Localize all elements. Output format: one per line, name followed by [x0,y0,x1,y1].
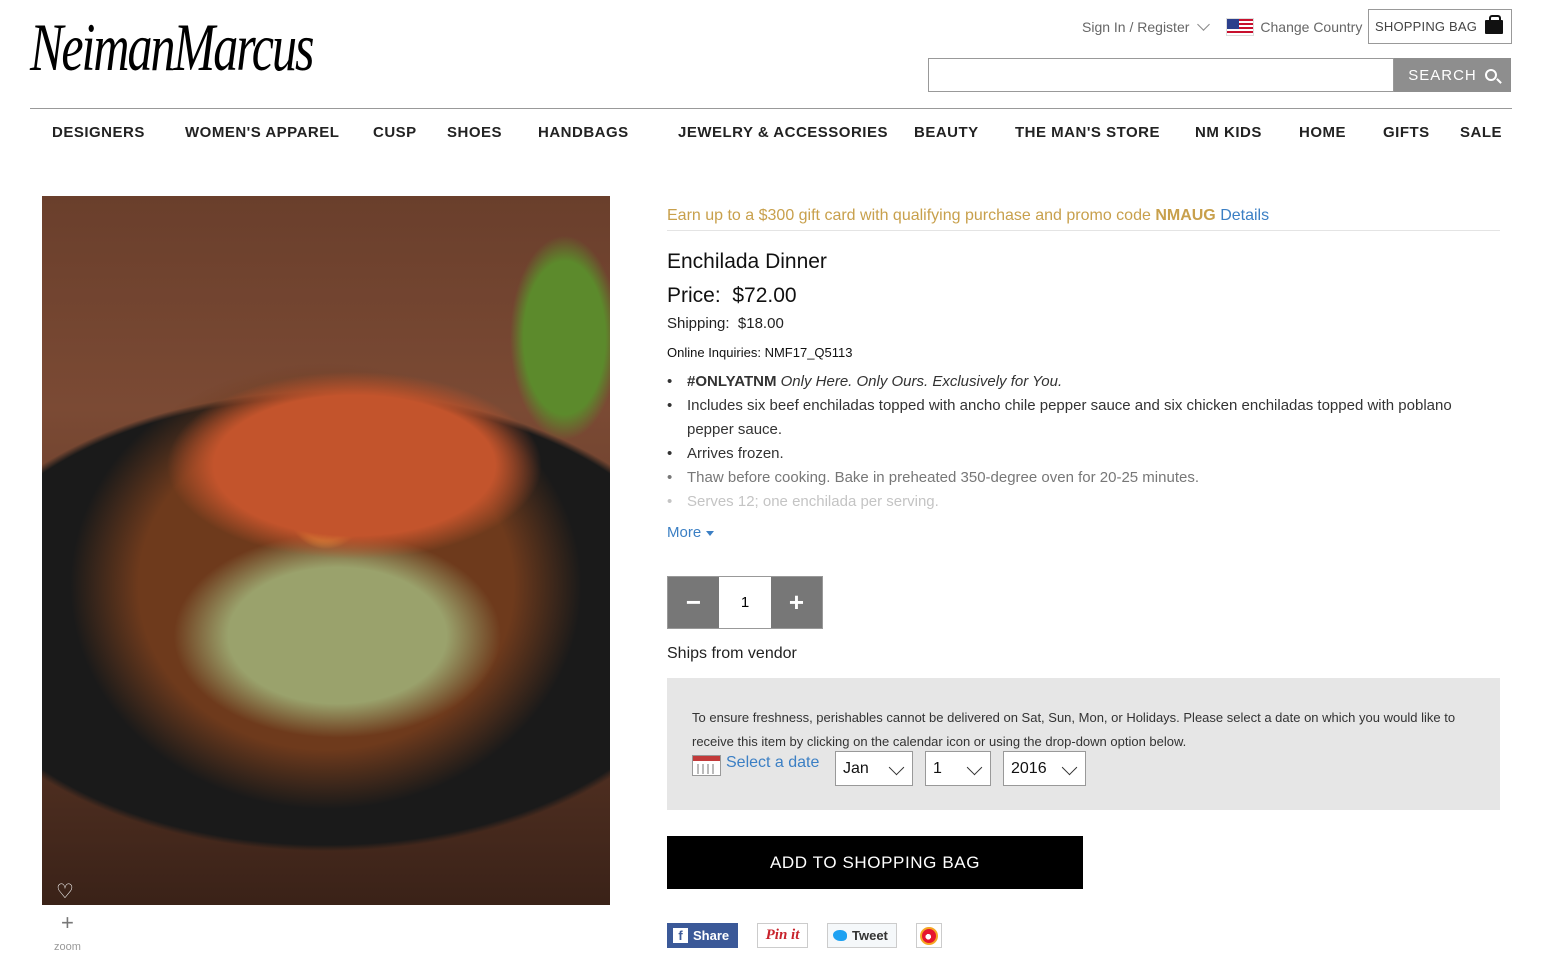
sign-in-label: Sign In / Register [1082,19,1190,35]
shopping-bag-label: SHOPPING BAG [1375,19,1478,34]
zoom-plus-icon[interactable]: + [61,912,74,934]
nav-item-beauty[interactable]: BEAUTY [914,124,979,141]
zoom-label: zoom [54,941,81,953]
pinterest-button[interactable]: Pin it [757,923,808,948]
facebook-share-label: Share [693,928,730,943]
day-select[interactable]: 1 [925,751,991,786]
nav-item-cusp[interactable]: CUSP [373,124,417,141]
product-title: Enchilada Dinner [667,250,827,273]
month-select[interactable]: Jan [835,751,913,786]
tweet-label: Tweet [852,928,888,943]
search-input[interactable] [928,58,1394,92]
main-navigation: DESIGNERS WOMEN'S APPAREL CUSP SHOES HAN… [0,124,1566,146]
shipping-cost: Shipping: $18.00 [667,315,784,332]
nav-item-nm-kids[interactable]: NM KIDS [1195,124,1262,141]
product-description-list: #ONLYATNM Only Here. Only Ours. Exclusiv… [667,370,1487,514]
decrease-quantity-button[interactable]: − [668,577,719,628]
ships-from-vendor: Ships from vendor [667,645,797,662]
more-link[interactable]: More [667,524,715,541]
search-icon [1484,69,1497,81]
facebook-share-button[interactable]: f Share [667,923,738,948]
calendar-icon[interactable] [692,755,721,776]
promo-divider [667,230,1500,231]
chevron-down-icon [1061,759,1078,776]
change-country-link[interactable]: Change Country [1260,19,1362,35]
price-label: Price: [667,284,721,307]
promo-code: NMAUG [1155,207,1216,224]
chevron-down-icon [1197,18,1211,31]
onlyatnm-text: Only Here. Only Ours. Exclusively for Yo… [780,373,1063,390]
shipping-value: $18.00 [737,315,784,332]
chevron-down-icon [888,759,905,776]
header-divider [30,108,1512,109]
year-value: 2016 [1011,759,1047,777]
increase-quantity-button[interactable]: + [771,577,822,628]
weibo-share-button[interactable] [916,923,942,948]
select-date-link[interactable]: Select a date [726,754,819,772]
quantity-input[interactable] [719,577,771,628]
list-item: Includes six beef enchiladas topped with… [667,394,1487,442]
delivery-date-panel: To ensure freshness, perishables cannot … [667,678,1500,810]
nav-item-home[interactable]: HOME [1299,124,1346,141]
year-select[interactable]: 2016 [1003,751,1086,786]
list-item: #ONLYATNM Only Here. Only Ours. Exclusiv… [667,370,1487,394]
search-button[interactable]: SEARCH [1394,58,1511,92]
nav-item-gifts[interactable]: GIFTS [1383,124,1430,141]
promo-text: Earn up to a $300 gift card with qualify… [667,207,1151,224]
onlyatnm-tag: #ONLYATNM [687,373,777,390]
weibo-icon [920,926,938,945]
list-item: Arrives frozen. [667,442,1487,466]
chevron-down-icon [966,759,983,776]
shopping-bag-icon [1485,14,1504,34]
sign-in-link[interactable]: Sign In / Register [1082,18,1211,35]
online-inquiries: Online Inquiries: NMF17_Q5113 [667,345,853,360]
month-value: Jan [843,759,869,777]
delivery-note: To ensure freshness, perishables cannot … [692,710,1456,749]
twitter-tweet-button[interactable]: Tweet [827,923,897,948]
nav-item-shoes[interactable]: SHOES [447,124,502,141]
inquiries-label: Online Inquiries: [667,345,761,360]
quantity-stepper: − + [667,576,823,629]
nav-item-handbags[interactable]: HANDBAGS [538,124,629,141]
caret-down-icon [706,531,715,536]
heart-icon[interactable]: ♡ [56,879,74,904]
list-item: Serves 12; one enchilada per serving. [667,490,1487,514]
twitter-bird-icon [833,930,847,941]
add-to-shopping-bag-button[interactable]: ADD TO SHOPPING BAG [667,836,1083,889]
shopping-bag-button[interactable]: SHOPPING BAG [1368,9,1512,44]
inquiries-value: NMF17_Q5113 [764,345,853,360]
day-value: 1 [933,759,942,777]
us-flag-icon [1226,18,1255,36]
more-label: More [667,524,702,541]
promo-details-link[interactable]: Details [1220,207,1269,224]
nav-item-mans-store[interactable]: THE MAN'S STORE [1015,124,1160,141]
price-value: $72.00 [732,284,797,307]
neiman-marcus-logo[interactable]: NeimanMarcus [30,8,314,86]
product-image[interactable] [42,196,610,905]
nav-item-womens-apparel[interactable]: WOMEN'S APPAREL [185,124,339,141]
promo-banner: Earn up to a $300 gift card with qualify… [667,207,1269,225]
nav-item-designers[interactable]: DESIGNERS [52,124,145,141]
nav-item-jewelry-accessories[interactable]: JEWELRY & ACCESSORIES [678,124,888,141]
search-button-label: SEARCH [1408,66,1477,84]
facebook-icon: f [673,928,688,943]
shipping-label: Shipping: [667,315,730,332]
utility-links: Sign In / Register Change Country [1082,18,1362,36]
nav-item-sale[interactable]: SALE [1460,124,1502,141]
product-price: Price: $72.00 [667,284,797,308]
list-item: Thaw before cooking. Bake in preheated 3… [667,466,1487,490]
